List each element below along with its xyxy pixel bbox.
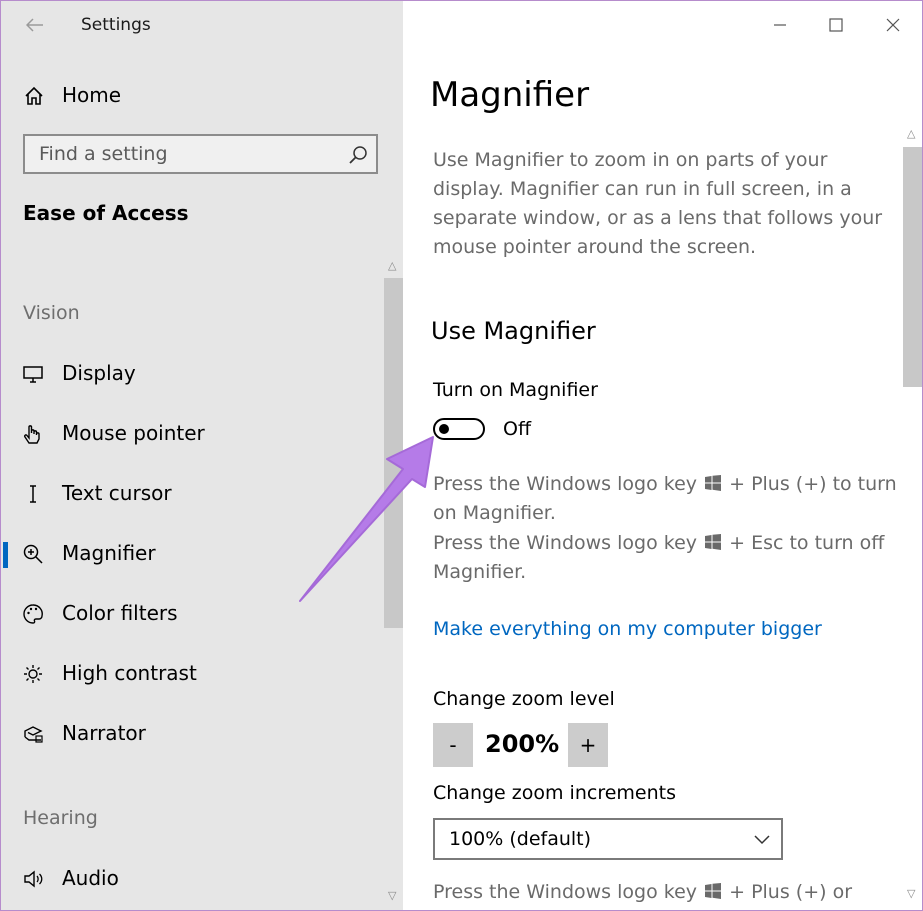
- sidebar-item-text-cursor[interactable]: Text cursor: [1, 470, 381, 518]
- sidebar-item-label: Home: [62, 83, 122, 107]
- scroll-down-icon[interactable]: ▽: [907, 887, 915, 900]
- zoom-level-label: Change zoom level: [433, 688, 615, 710]
- search-box[interactable]: [23, 134, 378, 174]
- make-everything-bigger-link[interactable]: Make everything on my computer bigger: [433, 618, 822, 640]
- hint-text: Press the Windows logo key: [433, 881, 698, 903]
- minimize-icon: [774, 24, 786, 26]
- sidebar-item-label: High contrast: [62, 661, 197, 685]
- sidebar-item-color-filters[interactable]: Color filters: [1, 590, 381, 638]
- palette-icon: [23, 604, 43, 624]
- section-heading: Use Magnifier: [431, 317, 596, 345]
- sun-icon: [24, 665, 42, 683]
- scroll-thumb[interactable]: [384, 278, 403, 628]
- windows-logo-icon: [705, 475, 722, 491]
- sidebar-item-label: Audio: [62, 866, 119, 890]
- sidebar-item-label: Color filters: [62, 601, 178, 625]
- group-label-hearing: Hearing: [23, 807, 98, 829]
- back-button[interactable]: [21, 11, 49, 39]
- group-label-vision: Vision: [23, 302, 80, 324]
- hint-turn-on: Press the Windows logo key + Plus (+) to…: [433, 470, 903, 528]
- sidebar-scrollbar[interactable]: △ ▽: [384, 257, 403, 910]
- toggle-knob: [439, 424, 449, 434]
- zoom-decrease-button[interactable]: -: [433, 723, 473, 767]
- home-icon: [25, 86, 43, 105]
- sidebar-item-home[interactable]: Home: [1, 77, 381, 117]
- windows-logo-icon: [705, 883, 722, 899]
- page-title: Magnifier: [430, 75, 590, 115]
- sidebar-item-high-contrast[interactable]: High contrast: [1, 650, 381, 698]
- back-arrow-icon: [25, 18, 43, 32]
- zoom-increments-label: Change zoom increments: [433, 782, 676, 804]
- sidebar-item-label: Magnifier: [62, 541, 156, 565]
- hand-pointer-icon: [24, 425, 40, 444]
- main-content: Magnifier Use Magnifier to zoom in on pa…: [403, 1, 922, 910]
- hint-text: Press the Windows logo key: [433, 473, 698, 495]
- scroll-down-icon[interactable]: ▽: [388, 889, 396, 902]
- chevron-down-icon: [754, 835, 770, 845]
- section-title: Ease of Access: [23, 201, 189, 225]
- minimize-button[interactable]: [766, 11, 794, 39]
- sidebar: Settings Home Ease of Access Vision Disp…: [1, 1, 403, 910]
- active-indicator: [3, 542, 8, 568]
- window-frame: Settings Home Ease of Access Vision Disp…: [0, 0, 923, 911]
- select-value: 100% (default): [449, 828, 592, 850]
- zoom-level-value: 200%: [485, 730, 560, 758]
- page-description: Use Magnifier to zoom in on parts of you…: [433, 149, 883, 258]
- scroll-up-icon[interactable]: △: [907, 127, 915, 140]
- sidebar-item-label: Mouse pointer: [62, 421, 205, 445]
- toggle-label: Turn on Magnifier: [433, 379, 598, 401]
- scroll-thumb[interactable]: [903, 147, 922, 387]
- maximize-icon: [829, 18, 843, 32]
- monitor-icon: [23, 366, 43, 383]
- main-scrollbar[interactable]: △ ▽: [901, 123, 922, 910]
- sidebar-item-magnifier[interactable]: Magnifier: [1, 530, 381, 578]
- sidebar-item-label: Display: [62, 361, 136, 385]
- sidebar-item-label: Text cursor: [62, 481, 172, 505]
- zoom-increase-button[interactable]: +: [568, 723, 608, 767]
- hint-turn-off: Press the Windows logo key + Esc to turn…: [433, 529, 903, 587]
- close-button[interactable]: [879, 11, 907, 39]
- maximize-button[interactable]: [822, 11, 850, 39]
- hint-text: Press the Windows logo key: [433, 532, 698, 554]
- close-icon: [886, 18, 900, 32]
- sidebar-item-mouse-pointer[interactable]: Mouse pointer: [1, 410, 381, 458]
- speaker-icon: [24, 870, 43, 888]
- text-cursor-icon: [30, 485, 36, 503]
- narrator-icon: [24, 726, 43, 743]
- sidebar-item-display[interactable]: Display: [1, 350, 381, 398]
- sidebar-item-audio[interactable]: Audio: [1, 855, 381, 903]
- search-input[interactable]: [39, 141, 339, 167]
- search-icon[interactable]: [348, 145, 368, 165]
- toggle-state: Off: [503, 418, 532, 440]
- zoom-increments-select[interactable]: 100% (default): [433, 818, 783, 860]
- hint-text: + Plus (+) or: [729, 881, 853, 903]
- magnifier-icon: [23, 544, 43, 564]
- magnifier-toggle[interactable]: [433, 418, 485, 440]
- sidebar-item-narrator[interactable]: Narrator: [1, 710, 381, 758]
- scroll-up-icon[interactable]: △: [388, 259, 396, 272]
- app-title: Settings: [81, 15, 151, 35]
- sidebar-item-label: Narrator: [62, 721, 146, 745]
- windows-logo-icon: [705, 534, 722, 550]
- hint-bottom: Press the Windows logo key + Plus (+) or: [433, 878, 903, 907]
